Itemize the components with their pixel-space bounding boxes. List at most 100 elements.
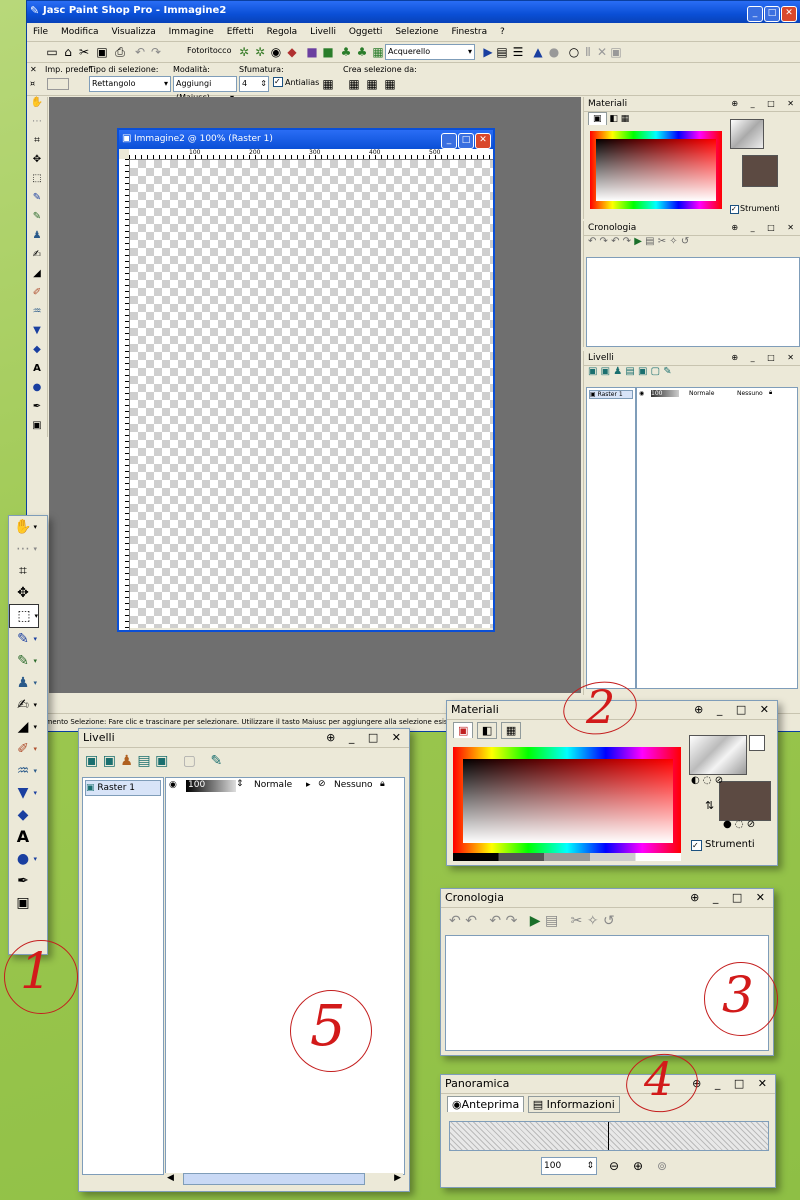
docked-blend-mode[interactable]: Normale <box>689 390 714 397</box>
text-tool[interactable]: A <box>9 826 37 848</box>
warp-tool-icon[interactable]: ▣ <box>27 420 47 439</box>
save-icon[interactable]: ▣ <box>93 43 111 61</box>
select-layer-icon[interactable]: ▦ <box>319 75 337 93</box>
menu-view[interactable]: Visualizza <box>111 27 155 37</box>
tab-preview[interactable]: ◉Anteprima <box>447 1096 525 1112</box>
print-icon[interactable]: ⎙ <box>111 43 129 61</box>
maximize-button[interactable]: □ <box>764 6 780 22</box>
texture-button-icon[interactable]: ● ◌ ⊘ <box>723 819 755 830</box>
docked-bg-swatch[interactable] <box>742 155 778 187</box>
text-tool-icon[interactable]: A <box>27 363 47 382</box>
color-spectrum[interactable] <box>453 747 681 861</box>
pan-tool-icon[interactable]: ✋ <box>27 97 47 116</box>
dodge-tool-icon[interactable]: ◢ <box>27 268 47 287</box>
fill-tool-icon[interactable]: ▼ <box>27 325 47 344</box>
scratch-tool[interactable]: ✍ ▾ <box>9 694 37 716</box>
dropper-tool-icon[interactable]: ✎ <box>27 192 47 211</box>
small-white-swatch[interactable] <box>749 735 765 751</box>
new-mask-layer-icon[interactable]: ▤ <box>137 753 150 769</box>
layers-scrollbar[interactable]: ◀ ▶ <box>165 1173 403 1185</box>
doc-close-button[interactable]: ✕ <box>475 133 491 149</box>
zoom-input[interactable]: 100 ⇕ <box>541 1157 597 1175</box>
zoom-in-icon[interactable]: ⊕ <box>633 1159 643 1173</box>
new-art-layer-icon[interactable]: ♟ <box>120 753 133 769</box>
new-raster-layer-icon[interactable]: ▣ <box>85 753 98 769</box>
palette-tab-icon[interactable]: ▣ <box>588 112 607 125</box>
zoom-out-icon[interactable]: ⊖ <box>609 1159 619 1173</box>
antialias-checkbox[interactable]: ✓ <box>273 77 283 87</box>
selection-type-select[interactable]: Rettangolo ▾ <box>89 76 171 92</box>
delete-history-icon[interactable]: ✂ <box>571 913 583 929</box>
menu-selection[interactable]: Selezione <box>395 27 438 37</box>
clone-tool[interactable]: ♟ ▾ <box>9 672 37 694</box>
pattern-tab-icon[interactable]: ▦ <box>500 722 522 739</box>
transparent-canvas[interactable] <box>130 160 493 628</box>
smudge-tool[interactable]: ♒ ▾ <box>9 760 37 782</box>
picture-tube-icon[interactable]: ◆ <box>27 344 47 363</box>
save-script-icon[interactable]: ▣ <box>607 43 625 61</box>
scanner-icon[interactable]: ✂ <box>75 43 93 61</box>
strumenti-checkbox[interactable]: ✓ <box>691 840 702 851</box>
menu-edit[interactable]: Modifica <box>61 27 99 37</box>
menu-file[interactable]: File <box>33 27 48 37</box>
scroll-left-icon[interactable]: ◀ <box>167 1173 174 1183</box>
doc-minimize-button[interactable]: _ <box>441 133 457 149</box>
zoom-spin-icon[interactable]: ⇕ <box>586 1158 594 1174</box>
redo-icon[interactable]: ↷ <box>506 913 518 929</box>
close-button[interactable]: ✕ <box>781 6 797 22</box>
zoom-fit-icon[interactable]: ⊚ <box>657 1159 667 1173</box>
panel-controls[interactable]: ⊕ _ □ ✕ <box>731 97 799 111</box>
docked-fg-swatch[interactable] <box>730 119 764 149</box>
menu-layers[interactable]: Livelli <box>310 27 336 37</box>
menu-adjust[interactable]: Regola <box>267 27 298 37</box>
mask-link-icon[interactable]: ⊘ <box>318 779 326 789</box>
landscape-icon[interactable]: ■ <box>319 43 337 61</box>
brush-tool-icon[interactable]: ✎ <box>27 211 47 230</box>
redo-icon[interactable]: ↷ <box>147 43 165 61</box>
pan-tool[interactable]: ✋ ▾ <box>9 516 37 538</box>
panel-controls[interactable]: ⊕ _ □ ✕ <box>690 889 770 907</box>
scratch-tool-icon[interactable]: ✍ <box>27 249 47 268</box>
zoom-tool[interactable]: ⋯ ▾ <box>9 538 37 560</box>
warp-tool[interactable]: ▣ <box>9 892 37 914</box>
color-icon[interactable]: ◆ <box>283 43 301 61</box>
picture-tube-tool[interactable]: ◆ <box>9 804 37 826</box>
duplicate-layer-icon[interactable]: ▢ <box>183 753 196 769</box>
refresh-icon[interactable]: ↺ <box>603 913 615 929</box>
spin-arrows-icon[interactable]: ⇕ <box>260 77 267 91</box>
preset-button[interactable] <box>47 78 69 90</box>
overview-preview-area[interactable] <box>449 1121 769 1151</box>
dodge-tool[interactable]: ◢ ▾ <box>9 716 37 738</box>
select-all-icon[interactable]: ▦ <box>345 75 363 93</box>
smudge-tool-icon[interactable]: ♒ <box>27 306 47 325</box>
menu-help[interactable]: ? <box>500 27 505 37</box>
style-button-icon[interactable]: ◐ ◌ ⊘ <box>691 775 723 786</box>
scroll-right-icon[interactable]: ▶ <box>394 1173 401 1183</box>
background-swatch[interactable] <box>719 781 771 821</box>
save-script-icon[interactable]: ▤ <box>545 913 558 929</box>
visibility-eye-icon[interactable]: ◉ <box>639 390 644 397</box>
script-list-icon[interactable]: ☰ <box>509 43 527 61</box>
photo-retouch-dropdown[interactable]: Fotoritocco <box>187 46 231 55</box>
move-tool-icon[interactable]: ✥ <box>27 154 47 173</box>
brush-tool[interactable]: ✎ ▾ <box>9 650 37 672</box>
crop-tool[interactable]: ⌗ <box>9 560 37 582</box>
gradient-tab-icon[interactable]: ◧ <box>609 114 618 124</box>
pattern-tab-icon[interactable]: ▦ <box>621 114 630 124</box>
clone-tool-icon[interactable]: ♟ <box>27 230 47 249</box>
options-close-icon[interactable]: ✕ <box>30 65 37 74</box>
shape-tool-icon[interactable]: ● <box>27 382 47 401</box>
panel-controls[interactable]: ⊕ _ □ ✕ <box>692 1075 772 1093</box>
move-tool[interactable]: ✥ <box>9 582 37 604</box>
shape-tool[interactable]: ● ▾ <box>9 848 37 870</box>
mask-select[interactable]: Nessuno <box>334 780 373 790</box>
stop-script-icon[interactable]: ● <box>545 43 563 61</box>
crop-tool-icon[interactable]: ⌗ <box>27 135 47 154</box>
scroll-thumb[interactable] <box>183 1173 365 1185</box>
undo-icon[interactable]: ↶ <box>489 913 501 929</box>
layer-item[interactable]: ▣ Raster 1 <box>85 780 161 796</box>
selection-tool[interactable]: ⬚ ▾ <box>9 604 39 628</box>
lock-icon[interactable]: 🔒︎ <box>769 389 772 397</box>
eraser-tool-icon[interactable]: ✐ <box>27 287 47 306</box>
grayscale-strip[interactable] <box>453 853 681 861</box>
